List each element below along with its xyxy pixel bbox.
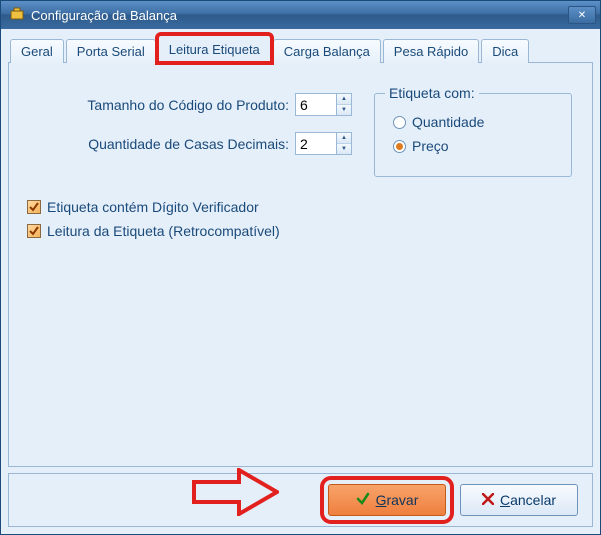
- spinner-tamanho-codigo: ▲ ▼: [295, 93, 352, 116]
- spin-down-icon[interactable]: ▼: [337, 144, 351, 154]
- tab-porta-serial[interactable]: Porta Serial: [66, 39, 156, 63]
- fields-column: Tamanho do Código do Produto: ▲ ▼ Quanti…: [27, 93, 362, 171]
- label-tamanho-codigo: Tamanho do Código do Produto:: [87, 97, 289, 113]
- radio-icon: [393, 116, 406, 129]
- tab-dica[interactable]: Dica: [481, 39, 529, 63]
- radio-preco[interactable]: Preço: [393, 138, 553, 154]
- radio-label: Preço: [412, 138, 449, 154]
- spinner-casas-decimais: ▲ ▼: [295, 132, 352, 155]
- check-green-icon: [356, 492, 370, 509]
- button-bar: Gravar Cancelar: [8, 473, 593, 527]
- tab-page-leitura-etiqueta: Tamanho do Código do Produto: ▲ ▼ Quanti…: [8, 62, 593, 467]
- input-tamanho-codigo[interactable]: [295, 93, 337, 116]
- input-casas-decimais[interactable]: [295, 132, 337, 155]
- field-tamanho-codigo: Tamanho do Código do Produto: ▲ ▼: [27, 93, 362, 116]
- group-title: Etiqueta com:: [385, 85, 479, 101]
- check-label: Etiqueta contém Dígito Verificador: [47, 199, 259, 215]
- tab-leitura-etiqueta[interactable]: Leitura Etiqueta: [158, 35, 271, 62]
- spin-up-icon[interactable]: ▲: [337, 133, 351, 144]
- group-etiqueta-com: Etiqueta com: Quantidade Preço: [374, 93, 572, 177]
- button-label: Gravar: [376, 492, 419, 508]
- checkbox-icon: [27, 200, 41, 214]
- radio-icon: [393, 140, 406, 153]
- window-title: Configuração da Balança: [31, 8, 568, 23]
- close-icon: ✕: [578, 10, 586, 21]
- checkbox-area: Etiqueta contém Dígito Verificador Leitu…: [27, 199, 574, 239]
- client-area: Geral Porta Serial Leitura Etiqueta Carg…: [2, 29, 599, 533]
- gravar-button[interactable]: Gravar: [328, 484, 446, 516]
- titlebar: Configuração da Balança ✕: [1, 1, 600, 29]
- spinner-buttons: ▲ ▼: [337, 132, 352, 155]
- check-digito-verificador[interactable]: Etiqueta contém Dígito Verificador: [27, 199, 574, 215]
- spin-up-icon[interactable]: ▲: [337, 94, 351, 105]
- radio-label: Quantidade: [412, 114, 484, 130]
- check-retrocompativel[interactable]: Leitura da Etiqueta (Retrocompatível): [27, 223, 574, 239]
- cancelar-button[interactable]: Cancelar: [460, 484, 578, 516]
- window-frame: Configuração da Balança ✕ Geral Porta Se…: [0, 0, 601, 535]
- tab-pesa-rapido[interactable]: Pesa Rápido: [383, 39, 479, 63]
- check-label: Leitura da Etiqueta (Retrocompatível): [47, 223, 280, 239]
- field-casas-decimais: Quantidade de Casas Decimais: ▲ ▼: [27, 132, 362, 155]
- tab-geral[interactable]: Geral: [10, 39, 64, 63]
- button-label: Cancelar: [500, 492, 556, 508]
- spinner-buttons: ▲ ▼: [337, 93, 352, 116]
- tab-carga-balanca[interactable]: Carga Balança: [273, 39, 381, 63]
- tab-strip: Geral Porta Serial Leitura Etiqueta Carg…: [10, 35, 593, 62]
- app-icon: [9, 7, 25, 23]
- top-row: Tamanho do Código do Produto: ▲ ▼ Quanti…: [27, 93, 574, 177]
- label-casas-decimais: Quantidade de Casas Decimais:: [88, 136, 289, 152]
- radio-quantidade[interactable]: Quantidade: [393, 114, 553, 130]
- annotation-arrow-icon: [189, 468, 279, 516]
- close-button[interactable]: ✕: [568, 6, 596, 24]
- spin-down-icon[interactable]: ▼: [337, 105, 351, 115]
- checkbox-icon: [27, 224, 41, 238]
- x-red-icon: [482, 492, 494, 508]
